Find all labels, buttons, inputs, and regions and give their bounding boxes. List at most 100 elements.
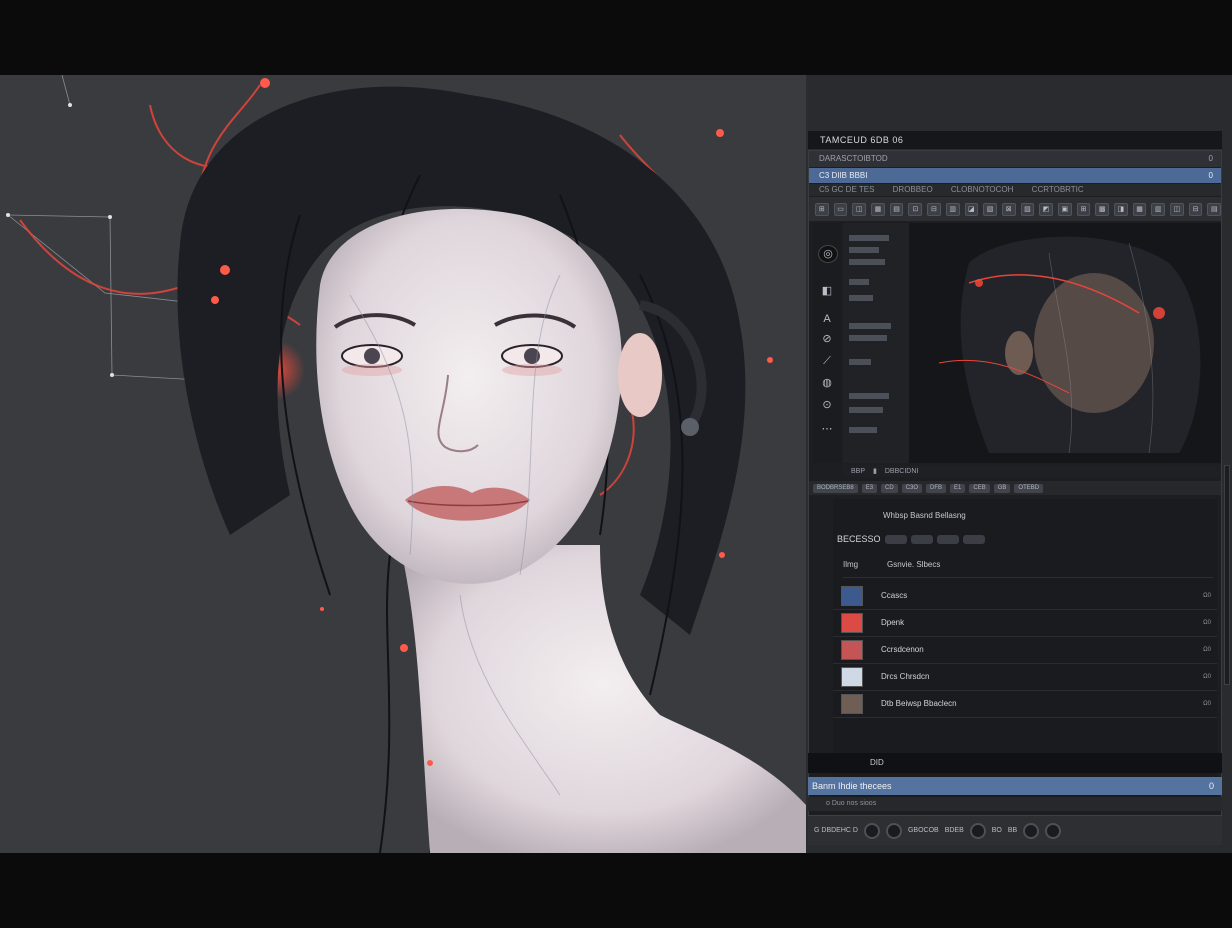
- layer-swatch: [841, 694, 863, 714]
- transport-label: G DBDEHC D: [814, 827, 858, 834]
- menu-bar: C5 GC DE TES DROBBEO CLOBNOTOCOH CCRTOBR…: [809, 184, 1221, 196]
- second-panel-subbar: o Duo nos sioos: [808, 797, 1222, 811]
- status-button[interactable]: C3O: [901, 483, 923, 493]
- document-count: 0: [1208, 171, 1213, 180]
- more-tool-icon[interactable]: ⋯: [818, 421, 836, 437]
- blend-option[interactable]: [962, 534, 985, 544]
- toolbar-button[interactable]: ▦: [871, 202, 885, 216]
- knob-control[interactable]: [885, 822, 902, 839]
- face: [316, 208, 622, 584]
- blend-option[interactable]: [910, 534, 933, 544]
- knob-control[interactable]: [969, 822, 986, 839]
- tab-count: 0: [1208, 154, 1213, 163]
- toolbar-button[interactable]: ⊟: [1188, 202, 1203, 216]
- pen-tool-icon[interactable]: ⟋: [818, 353, 836, 369]
- letterbox-bottom: [0, 853, 1232, 928]
- status-button[interactable]: GB: [993, 483, 1011, 493]
- toolbar-button[interactable]: ⊠: [1001, 202, 1016, 216]
- status-button[interactable]: CEB: [969, 483, 990, 493]
- menu-item[interactable]: CCRTOBRTIC: [1032, 185, 1084, 194]
- status-button[interactable]: OTEBD: [1014, 483, 1044, 493]
- menu-item[interactable]: CLOBNOTOCOH: [951, 185, 1014, 194]
- lasso-tool-icon[interactable]: ◍: [818, 375, 836, 391]
- artwork-canvas[interactable]: [0, 75, 806, 853]
- layer-swatch: [841, 613, 863, 633]
- layer-row[interactable]: Ccascs Ω0: [833, 583, 1217, 610]
- toolbar-button[interactable]: ▭: [833, 202, 848, 216]
- layer-name: Drcs Chrsdcn: [881, 672, 930, 681]
- layer-swatch: [841, 667, 863, 687]
- status-button[interactable]: E1: [950, 483, 966, 493]
- blend-option[interactable]: [884, 534, 907, 544]
- status-button[interactable]: DFB: [926, 483, 947, 493]
- toolbar-button[interactable]: ▨: [1020, 202, 1035, 216]
- status-button[interactable]: BODBRSEB8: [813, 483, 858, 493]
- document-bar[interactable]: C3 DIIB BBBI 0: [809, 168, 1221, 183]
- preview-canvas[interactable]: [909, 223, 1221, 463]
- toolbar-button[interactable]: ◪: [964, 202, 979, 216]
- second-panel-label: Banm Ihdie thecees: [812, 781, 892, 791]
- target-tool-icon[interactable]: ◎: [818, 245, 838, 263]
- knob-control[interactable]: [1023, 822, 1040, 839]
- second-panel-bar[interactable]: Banm Ihdie thecees 0: [808, 777, 1222, 795]
- layer-value: Ω0: [1203, 593, 1211, 599]
- timeline-marker[interactable]: ▮: [873, 467, 877, 475]
- layer-row[interactable]: Dtb Beiwsp Bbaclecn Ω0: [833, 691, 1217, 718]
- second-panel-title: DID: [808, 753, 1222, 773]
- layer-row[interactable]: Dpenk Ω0: [833, 610, 1217, 637]
- toolbar-button[interactable]: ▩: [1095, 202, 1109, 216]
- toolbar: ⊞ ▭ ◫ ▦ ▤ ⊡ ⊟ ▥ ◪ ▧ ⊠ ▨ ◩ ▣ ⊞ ▩ ◨ ▦ ▥ ◫ …: [809, 197, 1222, 221]
- layer-value: Ω0: [1203, 701, 1211, 707]
- editor-window: DARASCTOIBTOD 0 C3 DIIB BBBI 0 C5 GC DE …: [808, 150, 1222, 818]
- toolbar-button[interactable]: ▣: [1057, 202, 1072, 216]
- toolbar-button[interactable]: ▤: [889, 202, 904, 216]
- editor-panel: TAMCEUD 6DB 06 DARASCTOIBTOD 0 C3 DIIB B…: [806, 75, 1232, 853]
- layer-row[interactable]: Ccrsdcenon Ω0: [833, 637, 1217, 664]
- timeline-label: BBP: [851, 467, 866, 475]
- toolbar-button[interactable]: ⊞: [815, 202, 829, 216]
- knob-control[interactable]: [863, 822, 880, 839]
- preview-image: [909, 223, 1221, 463]
- transport-bar: G DBDEHC D GBOCOB BDEB BO BB: [808, 815, 1222, 845]
- toolbar-button[interactable]: ◫: [1170, 202, 1184, 216]
- tab-bar[interactable]: DARASCTOIBTOD 0: [809, 151, 1221, 167]
- layer-name: Ccrsdcenon: [881, 645, 924, 654]
- text-tool-icon[interactable]: A: [818, 311, 836, 327]
- blend-option[interactable]: [936, 534, 959, 544]
- toolbar-button[interactable]: ▥: [945, 202, 960, 216]
- transport-label: BB: [1007, 827, 1018, 834]
- knob-control[interactable]: [1045, 822, 1062, 839]
- timeline[interactable]: BBP ▮ DBBCIDNI: [843, 465, 1221, 477]
- clock-tool-icon[interactable]: ⊙: [818, 397, 836, 413]
- toolbar-button[interactable]: ◨: [1114, 202, 1128, 216]
- layer-swatch: [841, 586, 863, 606]
- layers-column-header: Ilmg Gsnvie. Slbecs: [843, 553, 1213, 578]
- layer-name: Ccascs: [881, 591, 908, 600]
- blend-mode-label[interactable]: BECESSO: [837, 534, 881, 544]
- toolbar-button[interactable]: ⊡: [908, 202, 923, 216]
- column-header: Ilmg: [843, 560, 859, 569]
- toolbar-button[interactable]: ▤: [1207, 202, 1222, 216]
- layer-swatch: [841, 640, 863, 660]
- menu-item[interactable]: C5 GC DE TES: [819, 185, 874, 194]
- status-button[interactable]: CD: [881, 483, 898, 493]
- timeline-label: DBBCIDNI: [884, 467, 919, 475]
- toolbar-button[interactable]: ◩: [1039, 202, 1053, 216]
- toolbar-button[interactable]: ⊟: [927, 202, 941, 216]
- mask-tool-icon[interactable]: ⊘: [818, 331, 836, 347]
- toolbar-button[interactable]: ◫: [852, 202, 867, 216]
- status-strip: BODBRSEB8 E3 CD C3O DFB E1 CEB GB OTEBD: [809, 481, 1221, 495]
- toolbar-button[interactable]: ▧: [983, 202, 997, 216]
- layers-tool-icon[interactable]: ◧: [818, 283, 836, 299]
- scrollbar[interactable]: [1224, 465, 1230, 685]
- toolbar-button[interactable]: ⊞: [1076, 202, 1091, 216]
- menu-item[interactable]: DROBBEO: [893, 185, 933, 194]
- layer-row[interactable]: Drcs Chrsdcn Ω0: [833, 664, 1217, 691]
- portrait-artwork: [6, 75, 806, 853]
- blend-mode-row[interactable]: BECESSO: [837, 534, 985, 544]
- tab-label[interactable]: DARASCTOIBTOD: [819, 154, 888, 163]
- layers-header: Whbsp Basnd Bellasng: [883, 511, 966, 520]
- status-button[interactable]: E3: [861, 483, 878, 493]
- toolbar-button[interactable]: ▥: [1151, 202, 1166, 216]
- toolbar-button[interactable]: ▦: [1132, 202, 1147, 216]
